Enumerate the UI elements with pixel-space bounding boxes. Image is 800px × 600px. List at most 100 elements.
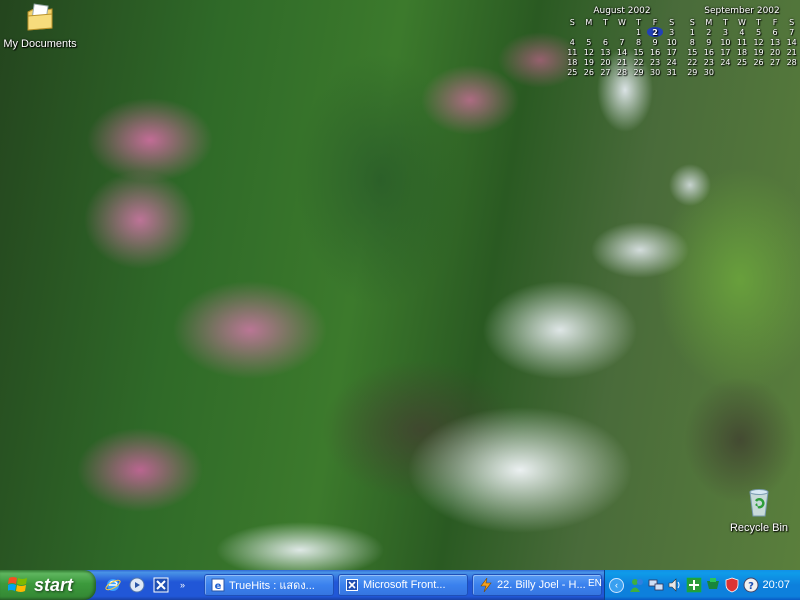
calendar-day: 21 — [616, 57, 628, 67]
calendar-day: 1 — [689, 27, 695, 37]
weekday: T — [602, 17, 608, 27]
calendar-weekday-row: S M T W T F S — [684, 17, 800, 27]
network-icon[interactable] — [648, 577, 664, 593]
calendar-day: 24 — [666, 57, 677, 67]
calendar-day: 8 — [689, 37, 695, 47]
calendar-week: 18 19 20 21 22 23 24 — [564, 57, 680, 67]
internet-explorer-page-icon: e — [211, 578, 225, 592]
task-buttons: e TrueHits : แสดง... Microsoft Front... … — [204, 574, 602, 596]
calendar-day: 11 — [736, 37, 748, 47]
calendar-day-highlighted: 2 — [646, 27, 664, 37]
calendar-day: 19 — [753, 47, 764, 57]
weekday: S — [789, 17, 795, 27]
calendar-day: 24 — [720, 57, 731, 67]
help-icon[interactable]: ? — [743, 577, 759, 593]
frontpage-icon — [153, 577, 169, 593]
calendar-day: 31 — [666, 67, 677, 77]
show-hidden-icons-button[interactable]: ‹ — [609, 577, 624, 593]
calendar-day: 4 — [569, 37, 575, 47]
system-tray: EN ‹ ? 20:07 — [588, 570, 800, 600]
msn-messenger-icon[interactable] — [629, 577, 645, 593]
clock[interactable]: 20:07 — [762, 579, 790, 591]
quick-launch-media-player[interactable] — [128, 576, 146, 594]
calendar-day: 22 — [633, 57, 644, 67]
calendar-day: 26 — [753, 57, 764, 67]
task-button-winamp[interactable]: 22. Billy Joel - H... — [472, 574, 602, 596]
calendar-day: 12 — [583, 47, 594, 57]
calendar-day: 19 — [583, 57, 594, 67]
calendar-day: 16 — [703, 47, 714, 57]
calendar-day: 6 — [602, 37, 608, 47]
calendar-week: 11 12 13 14 15 16 17 — [564, 47, 680, 57]
calendar-day: 14 — [616, 47, 628, 57]
desktop-icon-my-documents[interactable]: My Documents — [0, 2, 80, 52]
calendar-day: 29 — [633, 67, 644, 77]
calendar-day: 14 — [786, 37, 797, 47]
calendar-day: 4 — [739, 27, 745, 37]
calendar-week: 22 23 24 25 26 27 28 — [684, 57, 800, 67]
quick-launch-bar: » — [104, 576, 204, 594]
calendar-day — [564, 27, 581, 37]
start-button[interactable]: start — [0, 570, 96, 600]
calendar-day — [783, 67, 800, 77]
start-label: start — [34, 574, 74, 595]
calendar-day: 28 — [786, 57, 797, 67]
calendar-day: 2 — [706, 27, 712, 37]
calendar-day: 18 — [736, 47, 748, 57]
media-player-icon — [129, 577, 145, 593]
calendar-week: 29 30 — [684, 67, 800, 77]
weekday: S — [669, 17, 675, 27]
task-button-label: Microsoft Front... — [363, 579, 446, 591]
weekday: S — [569, 17, 575, 27]
weekday: M — [705, 17, 713, 27]
calendar-grid: S M T W T F S 1 2 3 4 5 6 7 8 9 10 11 12… — [564, 17, 680, 77]
program-icon[interactable] — [705, 577, 721, 593]
weekday: T — [722, 17, 728, 27]
calendar-day: 17 — [666, 47, 677, 57]
language-indicator[interactable]: EN — [588, 578, 602, 589]
desktop-icon-label: Recycle Bin — [729, 522, 789, 534]
desktop-icon-recycle-bin[interactable]: Recycle Bin — [719, 486, 799, 536]
calendar-day: 29 — [687, 67, 698, 77]
weekday: W — [618, 17, 626, 27]
task-button-frontpage[interactable]: Microsoft Front... — [338, 574, 468, 596]
task-button-truehits[interactable]: e TrueHits : แสดง... — [204, 574, 334, 596]
calendar-day: 8 — [635, 37, 642, 47]
calendar-day — [717, 67, 734, 77]
calendar-title: August 2002 — [593, 6, 651, 16]
calendar-day: 10 — [720, 37, 731, 47]
calendar-august: August 2002 S M T W T F S 1 2 3 4 5 6 7 … — [564, 6, 680, 77]
calendar-day: 13 — [600, 47, 611, 57]
calendar-day: 20 — [770, 47, 781, 57]
svg-text:e: e — [215, 581, 222, 592]
calendar-day: 15 — [687, 47, 698, 57]
calendar-day: 9 — [706, 37, 712, 47]
desktop-wallpaper — [0, 0, 800, 570]
tray-icons: ? — [629, 577, 759, 593]
quick-launch-frontpage[interactable] — [152, 576, 170, 594]
calendar-day — [597, 27, 614, 37]
weekday: S — [689, 17, 695, 27]
windows-logo-icon — [8, 577, 27, 592]
volume-icon[interactable] — [667, 577, 683, 593]
calendar-day: 7 — [789, 27, 795, 37]
calendar-day — [581, 27, 598, 37]
recycle-bin-icon — [749, 489, 769, 517]
calendar-day: 11 — [567, 47, 578, 57]
weekday: F — [652, 17, 658, 27]
shield-icon[interactable] — [724, 577, 740, 593]
quick-launch-internet-explorer[interactable] — [104, 576, 122, 594]
weekday: T — [636, 17, 641, 27]
calendar-day: 23 — [650, 57, 661, 67]
quick-launch-more-button[interactable]: » — [180, 580, 185, 590]
winamp-icon — [480, 578, 492, 592]
calendar-title: September 2002 — [704, 6, 780, 16]
calendar-day: 3 — [669, 27, 675, 37]
calendar-day: 25 — [736, 57, 748, 67]
calendar-day: 12 — [753, 37, 764, 47]
calendar-day: 1 — [635, 27, 642, 37]
calendar-day: 25 — [567, 67, 578, 77]
calendar-day: 21 — [786, 47, 797, 57]
calendar-week: 8 9 10 11 12 13 14 — [684, 37, 800, 47]
antivirus-icon[interactable] — [686, 577, 702, 593]
